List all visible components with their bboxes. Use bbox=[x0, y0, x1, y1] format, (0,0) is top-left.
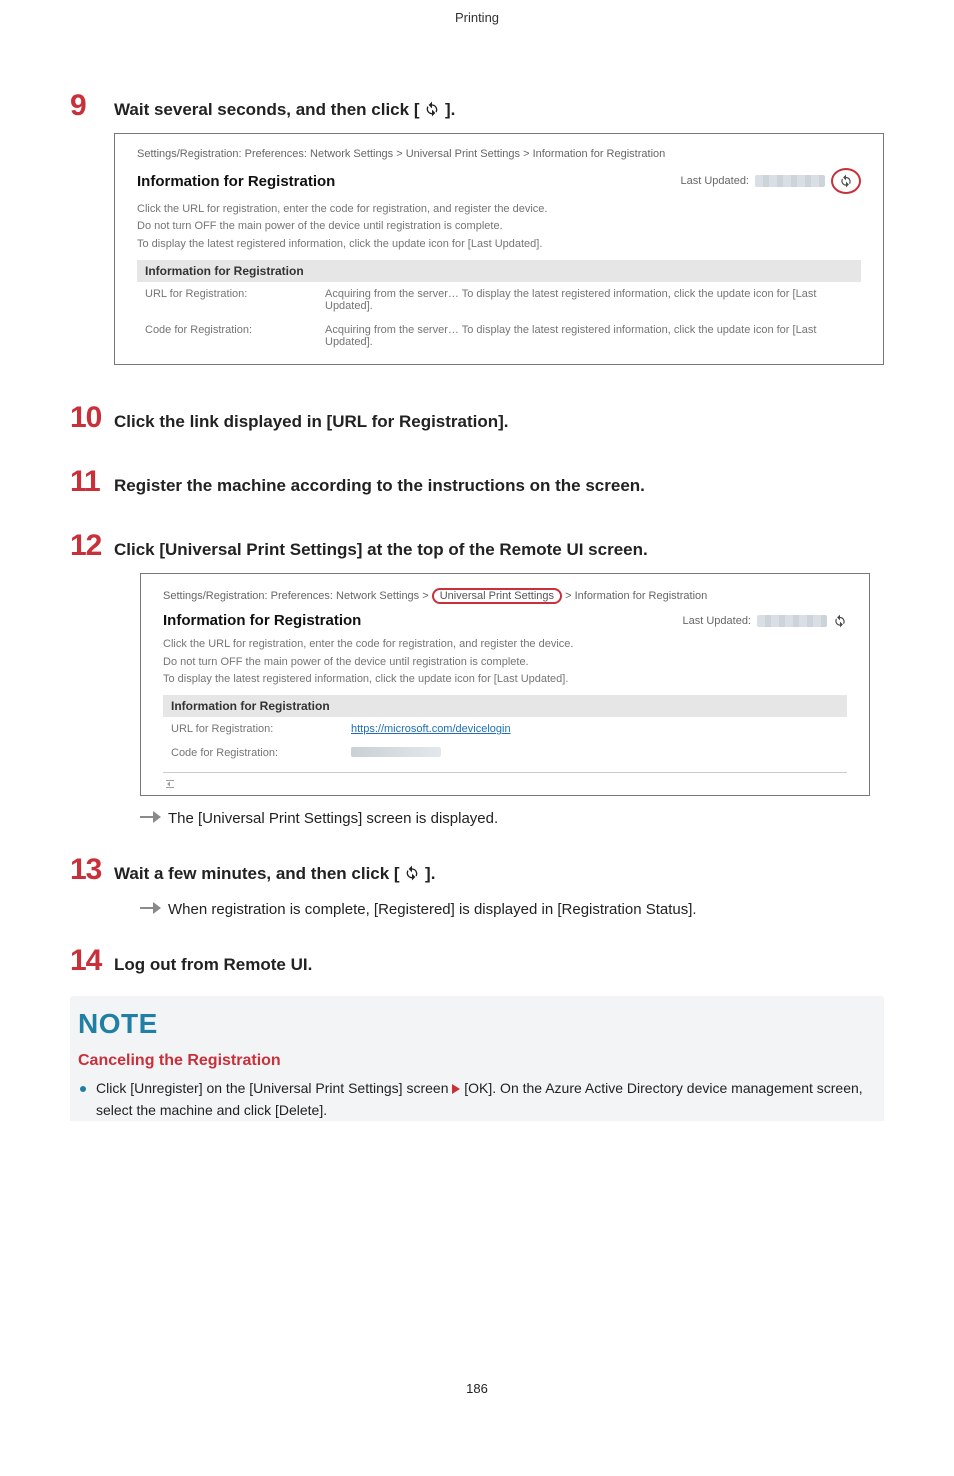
refresh-icon bbox=[424, 101, 440, 117]
result-text: The [Universal Print Settings] screen is… bbox=[168, 810, 498, 827]
row-label: Code for Registration: bbox=[171, 747, 351, 760]
note-subtitle: Canceling the Registration bbox=[78, 1052, 876, 1070]
page-header: Printing bbox=[70, 0, 884, 65]
note-block: NOTE Canceling the Registration Click [U… bbox=[70, 996, 884, 1121]
section-header: Information for Registration bbox=[163, 695, 847, 717]
screenshot-2: Settings/Registration: Preferences: Netw… bbox=[140, 573, 870, 796]
step-title-pre: Wait several seconds, and then click [ bbox=[114, 100, 424, 119]
result-text: When registration is complete, [Register… bbox=[168, 901, 697, 918]
last-updated: Last Updated: bbox=[681, 168, 862, 194]
page-title: Information for Registration bbox=[137, 173, 335, 190]
step-title: Wait a few minutes, and then click [ ]. bbox=[114, 864, 435, 884]
last-updated-label: Last Updated: bbox=[683, 615, 752, 627]
step-number: 9 bbox=[70, 89, 114, 123]
step-title-post: ]. bbox=[445, 100, 455, 119]
last-updated: Last Updated: bbox=[683, 614, 848, 628]
breadcrumb-suffix: > Information for Registration bbox=[562, 590, 707, 602]
step-number: 12 bbox=[70, 529, 114, 563]
last-updated-value-redacted bbox=[757, 615, 827, 627]
step-number: 11 bbox=[70, 465, 114, 499]
row-value: Acquiring from the server… To display th… bbox=[325, 288, 853, 312]
instruction-line: Click the URL for registration, enter th… bbox=[137, 202, 861, 217]
registration-code-redacted bbox=[351, 747, 441, 757]
refresh-button[interactable] bbox=[833, 614, 847, 628]
registration-url-link[interactable]: https://microsoft.com/devicelogin bbox=[351, 723, 511, 735]
section-header: Information for Registration bbox=[137, 260, 861, 282]
result-line: When registration is complete, [Register… bbox=[140, 901, 884, 918]
instruction-line: To display the latest registered informa… bbox=[163, 672, 847, 687]
breadcrumb: Settings/Registration: Preferences: Netw… bbox=[163, 588, 847, 604]
step-title: Wait several seconds, and then click [ ]… bbox=[114, 100, 455, 120]
page-title: Information for Registration bbox=[163, 612, 361, 629]
instruction-line: Do not turn OFF the main power of the de… bbox=[137, 219, 861, 234]
step-number: 13 bbox=[70, 853, 114, 887]
step-title: Register the machine according to the in… bbox=[114, 476, 645, 496]
step-14: 14 Log out from Remote UI. bbox=[70, 944, 884, 978]
instruction-line: Do not turn OFF the main power of the de… bbox=[163, 655, 847, 670]
info-row-url: URL for Registration: Acquiring from the… bbox=[137, 282, 861, 318]
info-row-url: URL for Registration: https://microsoft.… bbox=[163, 717, 847, 741]
step-title-post: ]. bbox=[425, 864, 435, 883]
result-arrow-icon bbox=[140, 901, 162, 915]
last-updated-label: Last Updated: bbox=[681, 175, 750, 187]
note-bullet: Click [Unregister] on the [Universal Pri… bbox=[78, 1078, 876, 1121]
breadcrumb-highlight[interactable]: Universal Print Settings bbox=[432, 588, 562, 604]
row-value: Acquiring from the server… To display th… bbox=[325, 324, 853, 348]
step-number: 10 bbox=[70, 401, 114, 435]
result-line: The [Universal Print Settings] screen is… bbox=[140, 810, 884, 827]
step-12: 12 Click [Universal Print Settings] at t… bbox=[70, 529, 884, 563]
instruction-line: To display the latest registered informa… bbox=[137, 237, 861, 252]
step-11: 11 Register the machine according to the… bbox=[70, 465, 884, 499]
row-label: Code for Registration: bbox=[145, 324, 325, 348]
breadcrumb-prefix: Settings/Registration: Preferences: Netw… bbox=[163, 590, 432, 602]
bottom-bar bbox=[163, 772, 847, 795]
step-title: Log out from Remote UI. bbox=[114, 955, 312, 975]
info-row-code: Code for Registration: bbox=[163, 741, 847, 766]
step-title: Click [Universal Print Settings] at the … bbox=[114, 540, 648, 560]
refresh-icon bbox=[404, 865, 420, 881]
step-title: Click the link displayed in [URL for Reg… bbox=[114, 412, 509, 432]
triangle-right-icon bbox=[452, 1079, 460, 1100]
instruction-text: Click the URL for registration, enter th… bbox=[137, 202, 861, 252]
step-9: 9 Wait several seconds, and then click [… bbox=[70, 89, 884, 123]
instruction-line: Click the URL for registration, enter th… bbox=[163, 637, 847, 652]
note-heading: NOTE bbox=[78, 1008, 876, 1040]
breadcrumb: Settings/Registration: Preferences: Netw… bbox=[137, 148, 861, 160]
instruction-text: Click the URL for registration, enter th… bbox=[163, 637, 847, 687]
result-arrow-icon bbox=[140, 810, 162, 824]
screenshot-1: Settings/Registration: Preferences: Netw… bbox=[114, 133, 884, 365]
step-title-pre: Wait a few minutes, and then click [ bbox=[114, 864, 404, 883]
refresh-button-highlight[interactable] bbox=[831, 168, 861, 194]
row-label: URL for Registration: bbox=[171, 723, 351, 735]
step-10: 10 Click the link displayed in [URL for … bbox=[70, 401, 884, 435]
step-13: 13 Wait a few minutes, and then click [ … bbox=[70, 853, 884, 887]
step-number: 14 bbox=[70, 944, 114, 978]
page-number: 186 bbox=[70, 1381, 884, 1416]
info-row-code: Code for Registration: Acquiring from th… bbox=[137, 318, 861, 354]
last-updated-value-redacted bbox=[755, 175, 825, 187]
row-label: URL for Registration: bbox=[145, 288, 325, 312]
